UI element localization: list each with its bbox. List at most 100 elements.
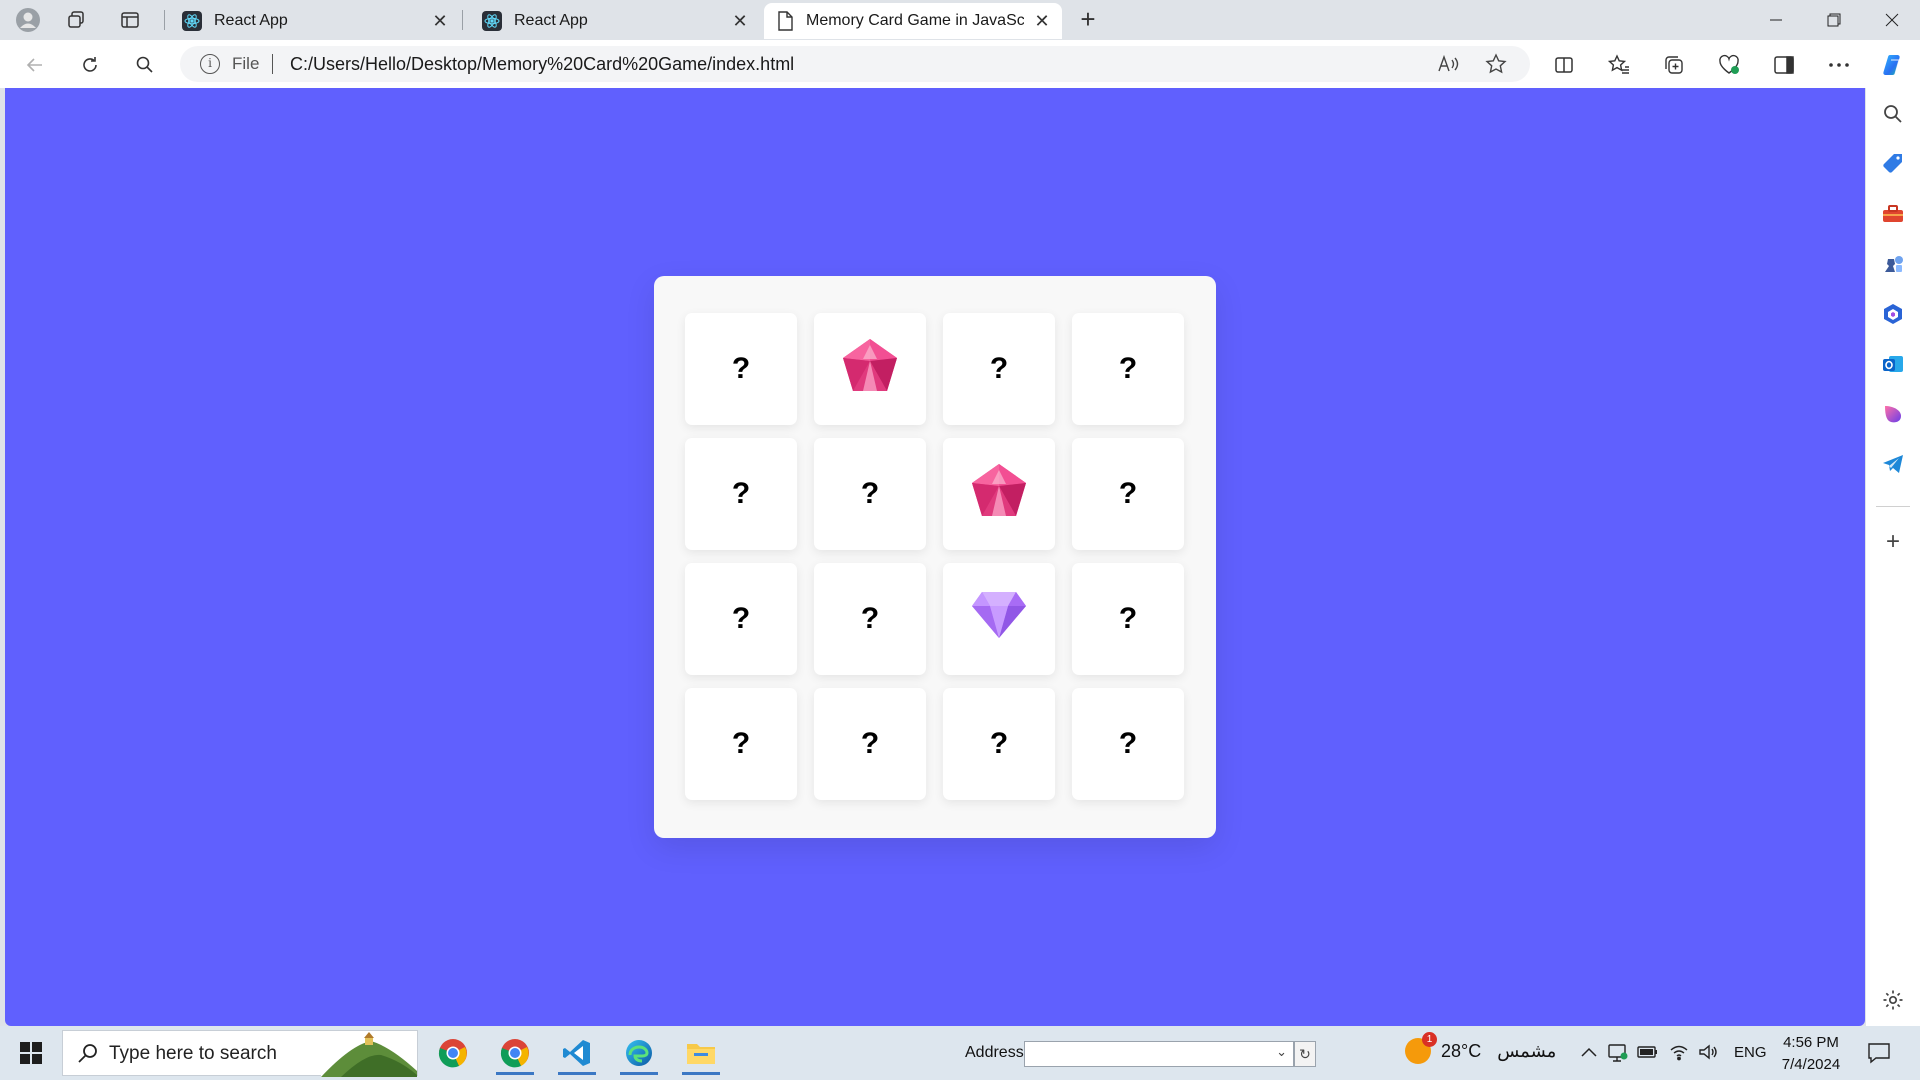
tab-title: React App (514, 12, 588, 29)
card-3[interactable]: ? (943, 313, 1055, 425)
favorites-icon[interactable] (1604, 50, 1634, 80)
input-language[interactable]: ENG (1734, 1044, 1767, 1061)
address-toolbar-input[interactable]: ⌄ (1024, 1041, 1294, 1067)
windows-taskbar: Type here to search Address ⌄ ↻ 1 28°C م… (0, 1026, 1920, 1080)
sidebar-toggle-icon[interactable] (1769, 50, 1799, 80)
weather-widget[interactable]: 1 28°C مشمس (1405, 1032, 1557, 1064)
close-tab-icon[interactable]: ✕ (730, 11, 750, 31)
games-icon[interactable] (1881, 252, 1905, 276)
react-icon (482, 11, 502, 31)
card-15[interactable]: ? (943, 688, 1055, 800)
card-back-question-mark: ? (731, 352, 751, 385)
info-icon[interactable]: i (200, 54, 220, 74)
tab-separator (164, 10, 165, 30)
card-4[interactable]: ? (1072, 313, 1184, 425)
address-toolbar-label: Address (965, 1044, 1024, 1061)
refresh-button[interactable] (75, 50, 105, 80)
card-16[interactable]: ? (1072, 688, 1184, 800)
pink-gem-icon (841, 337, 899, 401)
tab-title: Memory Card Game in JavaScript (806, 12, 1024, 29)
system-clock[interactable]: 4:56 PM 7/4/2024 (1776, 1032, 1846, 1076)
search-highlight-illustration (321, 1031, 417, 1077)
card-9[interactable]: ? (685, 563, 797, 675)
card-8[interactable]: ? (1072, 438, 1184, 550)
card-14[interactable]: ? (814, 688, 926, 800)
address-separator (272, 54, 273, 74)
browser-toolbar: i File C:/Users/Hello/Desktop/Memory%20C… (0, 40, 1920, 88)
search-placeholder: Type here to search (109, 1043, 277, 1064)
card-5[interactable]: ? (685, 438, 797, 550)
sidebar-settings-gear-icon[interactable] (1880, 988, 1906, 1014)
chrome-icon[interactable] (424, 1031, 482, 1075)
add-sidebar-app-button[interactable]: + (1881, 530, 1905, 555)
purple-diamond-icon (970, 590, 1028, 648)
more-options-icon[interactable] (1824, 50, 1854, 80)
back-button[interactable] (20, 50, 50, 80)
notifications-icon[interactable] (1866, 1040, 1892, 1066)
card-back-question-mark: ? (1118, 477, 1138, 510)
speaker-volume-icon[interactable] (1696, 1040, 1720, 1064)
outlook-icon[interactable] (1881, 352, 1905, 376)
card-10[interactable]: ? (814, 563, 926, 675)
edge-icon[interactable] (610, 1031, 668, 1075)
card-back-question-mark: ? (989, 352, 1009, 385)
split-screen-icon[interactable] (1549, 50, 1579, 80)
address-go-button[interactable]: ↻ (1294, 1041, 1316, 1067)
card-back-question-mark: ? (860, 602, 880, 635)
microsoft-365-icon[interactable] (1881, 302, 1905, 326)
tab-memory-card-game[interactable]: Memory Card Game in JavaScript ✕ (764, 3, 1062, 39)
scheme-label: File (232, 54, 260, 73)
windows-start-button[interactable] (10, 1036, 52, 1070)
file-explorer-icon[interactable] (672, 1031, 730, 1075)
toolbox-icon[interactable] (1881, 202, 1905, 226)
taskbar-search-box[interactable]: Type here to search (62, 1030, 418, 1077)
sidebar-divider (1876, 506, 1910, 507)
temperature: 28°C (1441, 1040, 1482, 1061)
chevron-down-icon[interactable]: ⌄ (1276, 1044, 1287, 1060)
favorite-star-icon[interactable] (1484, 52, 1508, 76)
pink-gem-icon (970, 462, 1028, 526)
search-icon[interactable] (130, 50, 160, 80)
card-7[interactable] (943, 438, 1055, 550)
card-13[interactable]: ? (685, 688, 797, 800)
close-window-button[interactable] (1864, 0, 1920, 40)
shopping-tag-icon[interactable] (1881, 152, 1905, 176)
card-back-question-mark: ? (989, 727, 1009, 760)
wifi-icon[interactable] (1667, 1040, 1691, 1064)
close-tab-icon[interactable]: ✕ (430, 11, 450, 31)
card-6[interactable]: ? (814, 438, 926, 550)
minimize-button[interactable] (1748, 0, 1804, 40)
card-11[interactable] (943, 563, 1055, 675)
tab-react-app-2[interactable]: React App ✕ (470, 3, 760, 39)
collections-icon[interactable] (1659, 50, 1689, 80)
notification-badge: 1 (1422, 1032, 1437, 1047)
card-back-question-mark: ? (1118, 727, 1138, 760)
close-tab-icon[interactable]: ✕ (1032, 11, 1052, 31)
show-hidden-icons-chevron-up-icon[interactable] (1577, 1040, 1601, 1064)
memory-card-board: ? ? ? ? ? ? ? ? ? ? ? ? ? (654, 276, 1216, 838)
network-device-icon[interactable] (1606, 1040, 1630, 1064)
copilot-icon[interactable] (1878, 50, 1908, 80)
tab-actions-icon[interactable] (116, 6, 144, 34)
designer-icon[interactable] (1881, 402, 1905, 426)
new-tab-button[interactable]: + (1074, 6, 1102, 34)
restore-button[interactable] (1806, 0, 1862, 40)
search-icon[interactable] (1881, 102, 1905, 126)
chrome-icon[interactable] (486, 1031, 544, 1075)
workspaces-icon[interactable] (62, 6, 90, 34)
url-text[interactable]: C:/Users/Hello/Desktop/Memory%20Card%20G… (290, 54, 794, 75)
tab-react-app-1[interactable]: React App ✕ (170, 3, 460, 39)
card-12[interactable]: ? (1072, 563, 1184, 675)
card-2[interactable] (814, 313, 926, 425)
read-aloud-icon[interactable] (1436, 52, 1460, 76)
card-back-question-mark: ? (731, 477, 751, 510)
telegram-icon[interactable] (1881, 452, 1905, 476)
browser-essentials-icon[interactable] (1714, 50, 1744, 80)
weather-condition: مشمس (1497, 1040, 1557, 1061)
vscode-icon[interactable] (548, 1031, 606, 1075)
clock-date: 7/4/2024 (1781, 1056, 1841, 1073)
profile-icon[interactable] (14, 6, 42, 34)
battery-icon[interactable] (1636, 1040, 1660, 1064)
address-bar[interactable]: i File C:/Users/Hello/Desktop/Memory%20C… (180, 46, 1530, 82)
card-1[interactable]: ? (685, 313, 797, 425)
